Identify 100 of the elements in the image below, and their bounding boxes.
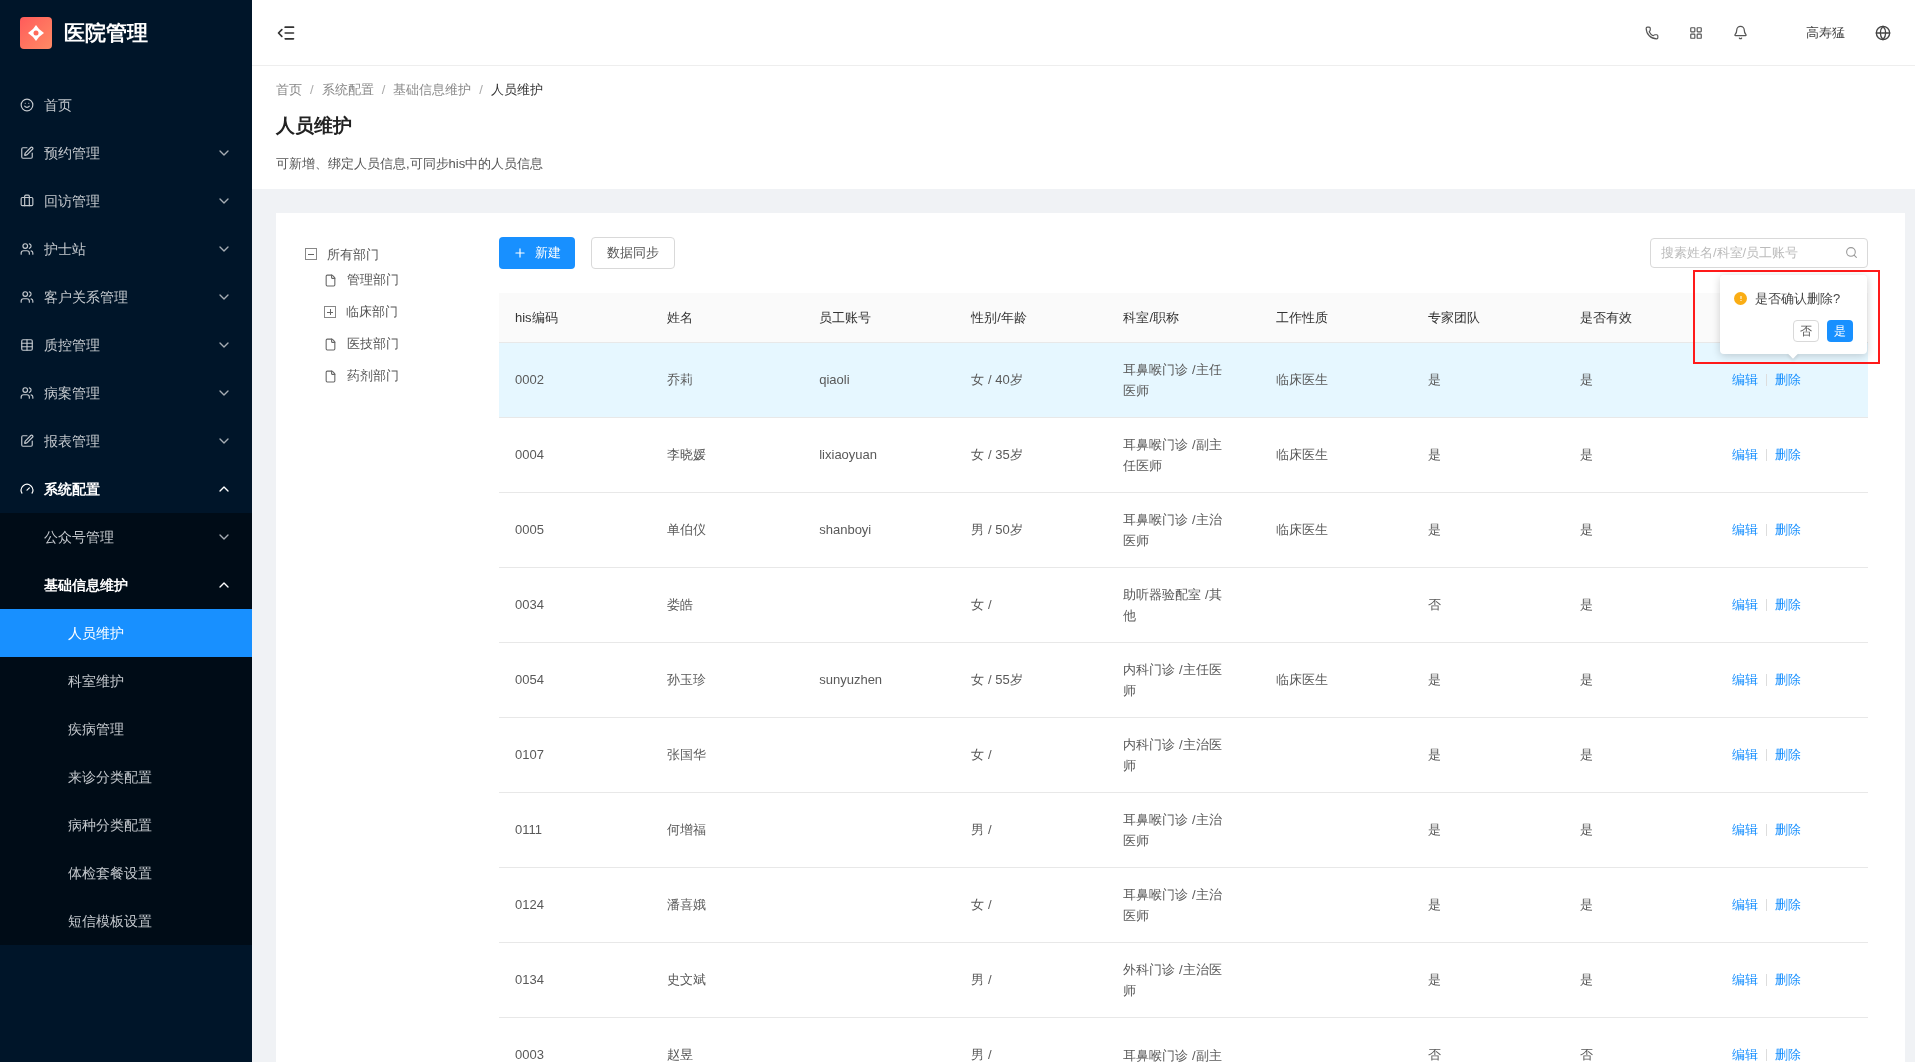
cancel-button[interactable]: 否 (1793, 320, 1819, 342)
cell-text: 男 / (971, 972, 992, 988)
cell-text: 是 (1579, 672, 1593, 688)
page-title: 人员维护 (276, 113, 353, 138)
menu-item[interactable]: 首页 (0, 81, 252, 129)
cell-text: 是 (1579, 747, 1593, 763)
menu-item[interactable]: 公众号管理 (0, 513, 252, 561)
cell-text: 耳鼻喉门诊 /主任医师 (1123, 361, 1223, 400)
file-icon (324, 273, 337, 287)
cell-text: 否 (1579, 1047, 1593, 1062)
collapse-icon[interactable] (305, 248, 317, 261)
breadcrumb-separator: / (479, 81, 483, 99)
cell-text: sunyuzhen (819, 672, 883, 688)
menu-item[interactable]: 系统配置 (0, 465, 252, 513)
cell-text: 外科门诊 /主治医师 (1123, 961, 1223, 1000)
menu-item[interactable]: 来诊分类配置 (0, 753, 252, 801)
menu-item[interactable]: 客户关系管理 (0, 273, 252, 321)
cell-text: 0111 (515, 822, 542, 838)
cell-text: 李晓媛 (667, 447, 707, 463)
cell-text: qiaoli (819, 372, 850, 388)
language-icon[interactable] (1875, 24, 1891, 41)
menu-item[interactable]: 预约管理 (0, 129, 252, 177)
menu-icon (20, 482, 34, 496)
cell-text: 助听器验配室 /其他 (1123, 586, 1223, 625)
breadcrumb-link[interactable]: 首页 (276, 80, 302, 100)
cell-text: 是 (1579, 972, 1593, 988)
menu-icon (20, 194, 34, 208)
cell-text: 0134 (515, 972, 544, 988)
menu-item[interactable]: 质控管理 (0, 321, 252, 369)
cell-text: 是 (1579, 822, 1593, 838)
menu-item[interactable]: 护士站 (0, 225, 252, 273)
phone-icon[interactable] (1645, 25, 1659, 40)
cell-text: 是 (1579, 897, 1593, 913)
sync-button[interactable]: 数据同步 (591, 236, 675, 269)
tree-node[interactable]: 医技部门 (347, 334, 399, 354)
menu-icon (20, 242, 34, 256)
tree-node[interactable]: 临床部门 (346, 302, 398, 322)
cell-text: 临床医生 (1275, 672, 1328, 688)
cell-text: 赵昱 (667, 1047, 694, 1062)
cell-text: 内科门诊 /主任医师 (1123, 661, 1223, 700)
cell-text: 耳鼻喉门诊 /主治医师 (1123, 886, 1223, 925)
cell-text: 女 / (971, 597, 992, 613)
cell-text: 是 (1427, 822, 1441, 838)
cell-text: 张国华 (667, 747, 707, 763)
expand-icon[interactable] (324, 306, 336, 318)
tree-node[interactable]: 管理部门 (347, 270, 399, 290)
file-icon (324, 337, 337, 351)
plus-icon (513, 245, 527, 260)
cell-text: shanboyi (819, 522, 872, 538)
cell-text: 耳鼻喉门诊 /副主 (1123, 1046, 1223, 1062)
logo-icon (20, 17, 52, 49)
cell-text: 是 (1427, 972, 1441, 988)
column-header: 专家团队 (1427, 309, 1480, 325)
cell-text: 女 / (971, 897, 992, 913)
user-name[interactable]: 高寿猛 (1806, 22, 1845, 43)
cell-text: 潘喜娥 (667, 897, 707, 913)
column-header: 性别/年龄 (971, 309, 1027, 325)
cell-text: 是 (1579, 447, 1593, 463)
breadcrumb-current: 人员维护 (490, 81, 543, 99)
bell-icon[interactable] (1733, 25, 1748, 40)
menu-item[interactable]: 回访管理 (0, 177, 252, 225)
cell-text: 单伯仪 (667, 522, 707, 538)
grid-icon[interactable] (1689, 25, 1703, 40)
column-header: 员工账号 (819, 309, 872, 325)
menu-item[interactable]: 病种分类配置 (0, 801, 252, 849)
menu-item[interactable]: 疾病管理 (0, 705, 252, 753)
menu-item[interactable]: 短信模板设置 (0, 897, 252, 945)
tree-node[interactable]: 药剂部门 (347, 366, 399, 386)
cell-text: 女 / 35岁 (971, 447, 1023, 463)
column-header: 姓名 (667, 309, 694, 325)
cell-text: 乔莉 (667, 372, 694, 388)
search-field[interactable]: 搜素姓名/科室/员工账号 (1650, 237, 1868, 268)
cell-text: 耳鼻喉门诊 /主治医师 (1123, 511, 1223, 550)
tree-node[interactable]: 所有部门 (327, 244, 379, 264)
cell-text: 是 (1427, 372, 1441, 388)
search-icon[interactable] (1845, 245, 1858, 259)
menu-item[interactable]: 体检套餐设置 (0, 849, 252, 897)
cell-text: 男 / 50岁 (971, 522, 1023, 538)
cell-text: 孙玉珍 (667, 672, 707, 688)
breadcrumb-link[interactable]: 系统配置 (321, 80, 374, 100)
cell-text: 是 (1579, 597, 1593, 613)
confirm-message: 是否确认删除? (1755, 289, 1841, 308)
cell-text: 是 (1579, 522, 1593, 538)
cell-text: 0124 (515, 897, 544, 913)
menu-item[interactable]: 科室维护 (0, 657, 252, 705)
breadcrumb-separator: / (310, 81, 314, 99)
cell-text: 0107 (515, 747, 544, 763)
cell-text: 临床医生 (1275, 372, 1328, 388)
breadcrumb-link[interactable]: 基础信息维护 (393, 80, 472, 100)
menu-item[interactable]: 基础信息维护 (0, 561, 252, 609)
menu-item[interactable]: 报表管理 (0, 417, 252, 465)
menu-item[interactable]: 病案管理 (0, 369, 252, 417)
cell-text: 否 (1427, 1047, 1441, 1062)
cell-text: 女 / 40岁 (971, 372, 1023, 388)
menu-icon (20, 98, 34, 112)
cell-text: lixiaoyuan (819, 447, 878, 463)
cell-text: 0005 (515, 522, 544, 538)
cell-text: 女 / 55岁 (971, 672, 1023, 688)
cell-text: 史文斌 (667, 972, 707, 988)
column-header: 科室/职称 (1123, 309, 1180, 325)
